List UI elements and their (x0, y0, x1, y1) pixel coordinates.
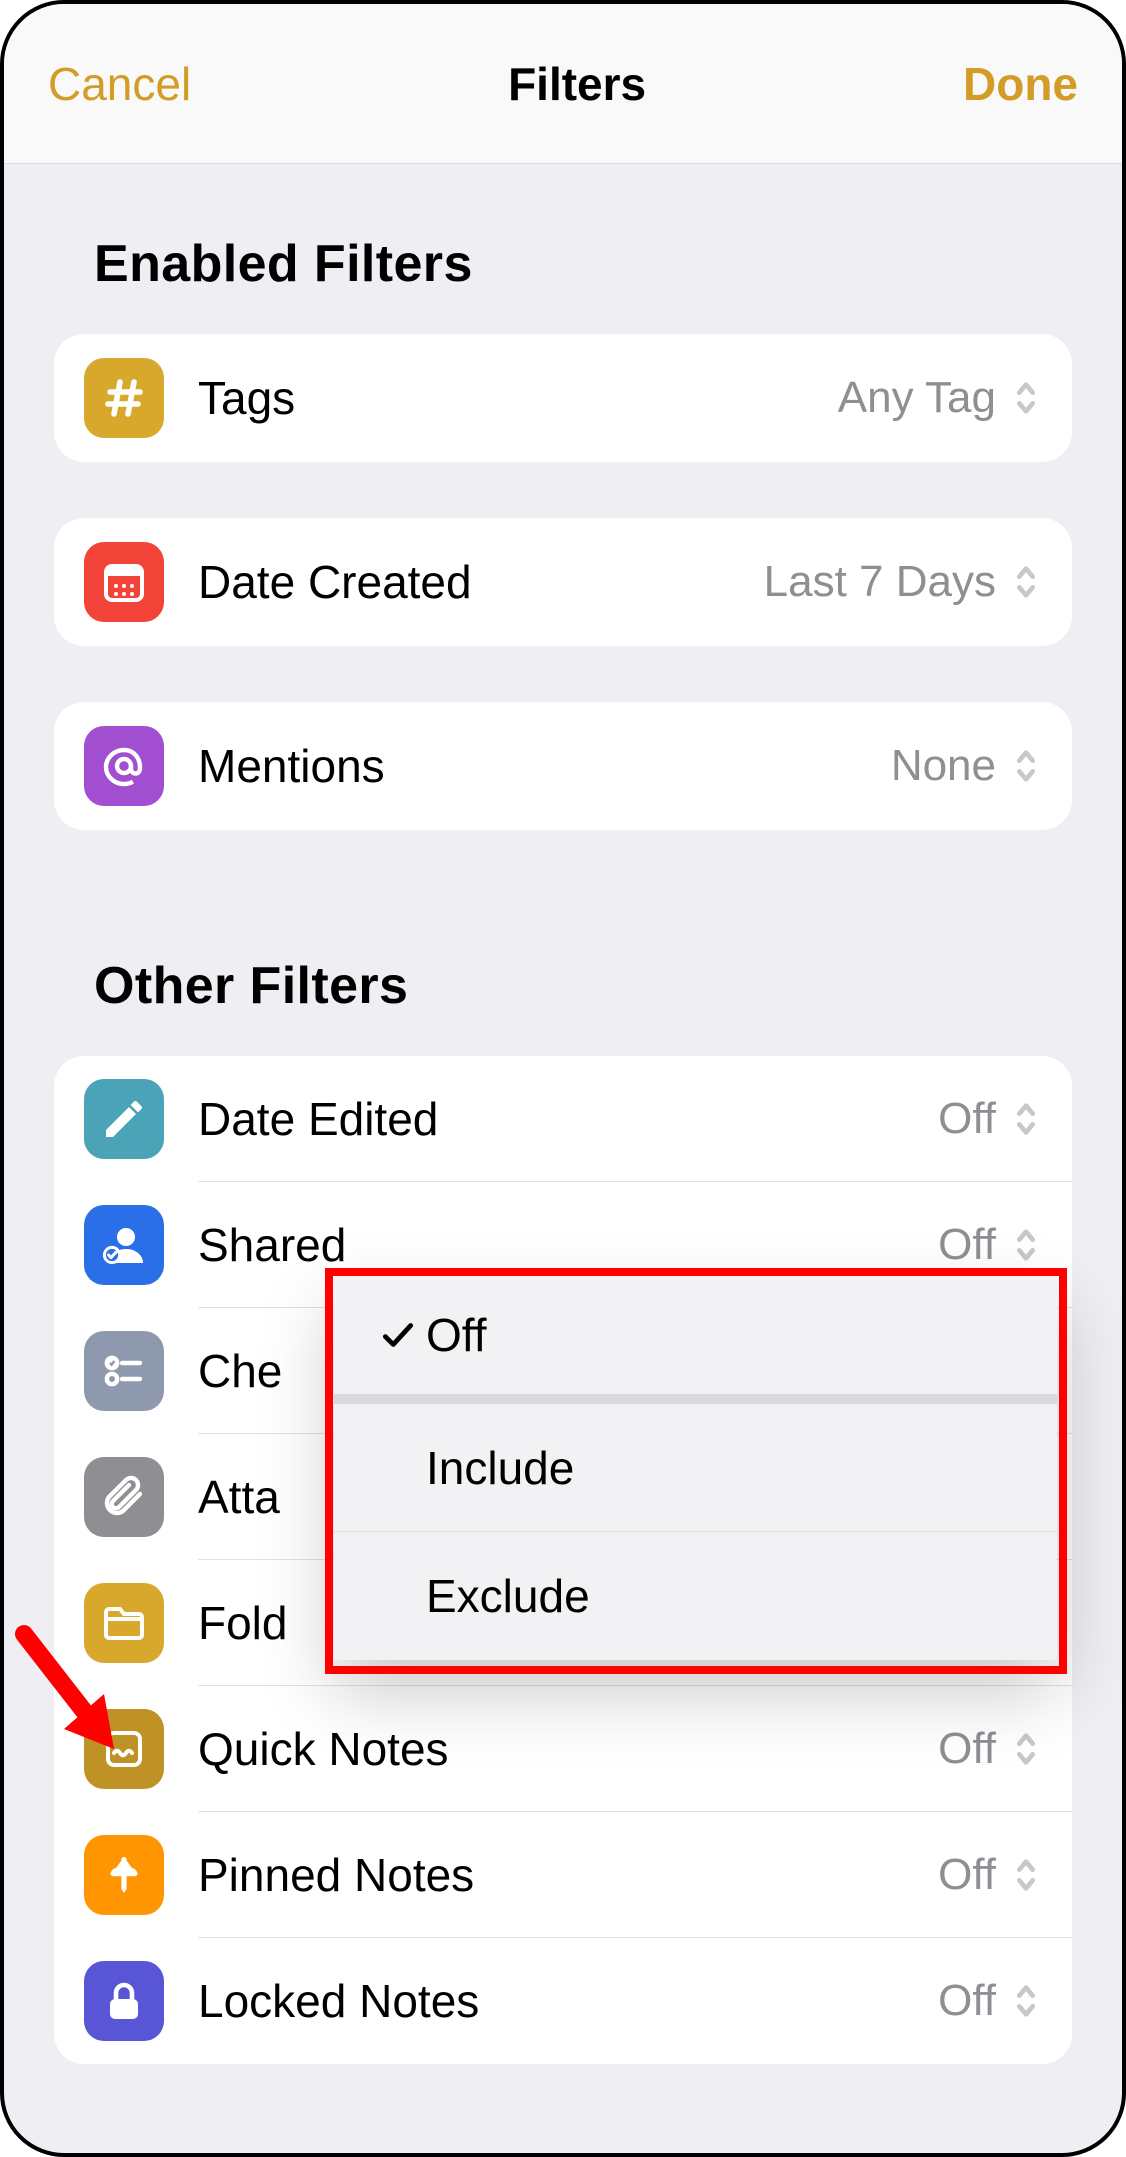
filter-row-quick-notes[interactable]: Quick Notes Off (54, 1686, 1072, 1812)
navbar: Cancel Filters Done (4, 4, 1122, 164)
popup-option-include[interactable]: Include (334, 1404, 1057, 1532)
filter-label: Tags (198, 371, 838, 425)
paperclip-icon (84, 1457, 164, 1537)
popup-option-label: Off (426, 1308, 487, 1362)
chevron-updown-icon (1010, 562, 1042, 602)
section-title-other: Other Filters (54, 886, 1072, 1056)
chevron-updown-icon (1010, 1099, 1042, 1139)
chevron-updown-icon (1010, 1729, 1042, 1769)
filter-value: Off (938, 1724, 996, 1774)
popup-option-label: Exclude (426, 1569, 590, 1623)
folder-icon (84, 1583, 164, 1663)
lock-icon (84, 1961, 164, 2041)
checkmark-icon (370, 1316, 426, 1354)
filter-value: Off (938, 1220, 996, 1270)
popup-option-off[interactable]: Off (334, 1276, 1057, 1404)
filter-label: Quick Notes (198, 1722, 938, 1776)
quicknote-icon (84, 1709, 164, 1789)
filter-row-date-edited[interactable]: Date Edited Off (54, 1056, 1072, 1182)
shared-icon (84, 1205, 164, 1285)
filter-value: Last 7 Days (764, 557, 996, 607)
filter-value: Off (938, 1850, 996, 1900)
filter-card-tags[interactable]: Tags Any Tag (54, 334, 1072, 462)
filter-label: Shared (198, 1218, 938, 1272)
chevron-updown-icon (1010, 1855, 1042, 1895)
content-area: Enabled Filters Tags Any Tag Date Create… (4, 164, 1122, 2064)
section-title-enabled: Enabled Filters (54, 164, 1072, 334)
popup-option-label: Include (426, 1441, 574, 1495)
filter-value: Off (938, 1094, 996, 1144)
filter-row-pinned-notes[interactable]: Pinned Notes Off (54, 1812, 1072, 1938)
filter-card-mentions[interactable]: Mentions None (54, 702, 1072, 830)
popup-option-exclude[interactable]: Exclude (334, 1532, 1057, 1660)
filter-card-date-created[interactable]: Date Created Last 7 Days (54, 518, 1072, 646)
filter-label: Date Edited (198, 1092, 938, 1146)
pin-icon (84, 1835, 164, 1915)
chevron-updown-icon (1010, 1981, 1042, 2021)
filter-label: Date Created (198, 555, 764, 609)
filter-value: None (891, 741, 996, 791)
filter-label: Mentions (198, 739, 891, 793)
chevron-updown-icon (1010, 1225, 1042, 1265)
at-icon (84, 726, 164, 806)
filter-value: Any Tag (838, 373, 996, 423)
page-title: Filters (508, 57, 646, 111)
pencil-icon (84, 1079, 164, 1159)
filter-label: Locked Notes (198, 1974, 938, 2028)
filter-popup-menu: Off Include Exclude (334, 1276, 1057, 1660)
hash-icon (84, 358, 164, 438)
done-button[interactable]: Done (963, 57, 1078, 111)
calendar-icon (84, 542, 164, 622)
filter-row-locked-notes[interactable]: Locked Notes Off (54, 1938, 1072, 2064)
filter-value: Off (938, 1976, 996, 2026)
filter-label: Pinned Notes (198, 1848, 938, 1902)
device-frame: Cancel Filters Done Enabled Filters Tags… (0, 0, 1126, 2157)
chevron-updown-icon (1010, 746, 1042, 786)
cancel-button[interactable]: Cancel (48, 57, 191, 111)
chevron-updown-icon (1010, 378, 1042, 418)
checklist-icon (84, 1331, 164, 1411)
